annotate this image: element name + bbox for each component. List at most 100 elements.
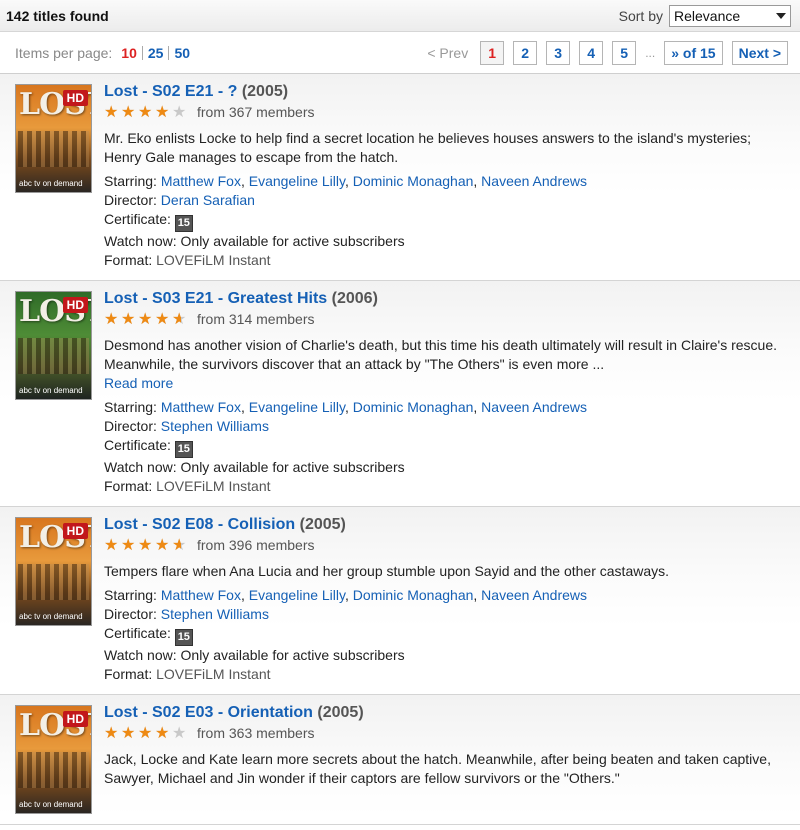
- results-count: 142 titles found: [6, 7, 109, 24]
- rating: ★ ★ ★ ★ ★ ★ ★ ★ ★ ★ from 314 members: [104, 310, 788, 329]
- star-icon: ★★: [138, 536, 153, 554]
- sort-control: Sort by Relevance: [618, 4, 791, 27]
- year: (2005): [317, 704, 364, 721]
- member-count: from 396 members: [197, 537, 315, 553]
- poster-brand: abc tv on demand: [19, 179, 83, 188]
- certificate-row: Certificate: 15: [104, 210, 788, 232]
- format-label: Format:: [104, 666, 153, 682]
- actor-link[interactable]: Matthew Fox: [161, 399, 241, 415]
- title-link[interactable]: Lost - S02 E08 - Collision: [104, 516, 295, 533]
- hd-badge: HD: [62, 711, 88, 727]
- director-label: Director:: [104, 192, 157, 208]
- star-icon: ★★: [172, 724, 187, 742]
- hd-badge: HD: [62, 297, 88, 313]
- last-page-button[interactable]: » of 15: [664, 40, 723, 65]
- rating: ★★★★★★★★★★from 363 members: [104, 724, 788, 743]
- page-4-button[interactable]: 4: [579, 40, 604, 65]
- actor-link[interactable]: Matthew Fox: [161, 587, 241, 603]
- star-rating[interactable]: ★★★★★★★★★★: [104, 103, 189, 121]
- next-page-button[interactable]: Next >: [731, 40, 788, 65]
- starring-label: Starring:: [104, 173, 157, 189]
- year: (2005): [299, 516, 346, 533]
- description-text: Jack, Locke and Kate learn more secrets …: [104, 751, 771, 786]
- description: Tempers flare when Ana Lucia and her gro…: [104, 562, 788, 581]
- result-item: LOSTHDabc tv on demand Lost - S03 E21 - G…: [0, 281, 800, 507]
- director-link[interactable]: Deran Sarafian: [161, 192, 255, 208]
- watch-now-value: Only available for active subscribers: [180, 459, 405, 475]
- director-link[interactable]: Stephen Williams: [161, 418, 269, 434]
- sort-label: Sort by: [618, 7, 663, 24]
- title-line: Lost - S02 E03 - Orientation (2005): [104, 703, 788, 722]
- member-count: from 314 members: [197, 311, 315, 327]
- actor-link[interactable]: Evangeline Lilly: [249, 173, 345, 189]
- description: Jack, Locke and Kate learn more secrets …: [104, 750, 788, 788]
- star-icon: ★★: [172, 103, 187, 121]
- pager: < Prev 1 2 3 4 5 ... » of 15 Next >: [427, 40, 788, 65]
- watch-now-value: Only available for active subscribers: [180, 647, 405, 663]
- director-label: Director:: [104, 418, 157, 434]
- title-link[interactable]: Lost - S02 E21 - ?: [104, 83, 237, 100]
- format-value: LOVEFiLM Instant: [156, 478, 271, 494]
- actor-link[interactable]: Naveen Andrews: [481, 399, 587, 415]
- per-page-50[interactable]: 50: [169, 45, 195, 61]
- format-row: Format: LOVEFiLM Instant: [104, 665, 788, 684]
- actor-link[interactable]: Dominic Monaghan: [353, 399, 474, 415]
- watch-now-value: Only available for active subscribers: [180, 233, 405, 249]
- format-row: Format: LOVEFiLM Instant: [104, 251, 788, 270]
- pagination-bar: Items per page: 10 25 50 < Prev 1 2 3 4 …: [0, 32, 800, 74]
- actor-link[interactable]: Evangeline Lilly: [249, 587, 345, 603]
- title-line: Lost - S02 E08 - Collision (2005): [104, 515, 788, 534]
- poster-brand: abc tv on demand: [19, 612, 83, 621]
- star-rating[interactable]: ★★★★★★★★★★: [104, 724, 189, 742]
- certificate-label: Certificate:: [104, 211, 171, 227]
- sort-select[interactable]: Relevance: [669, 4, 791, 27]
- actor-link[interactable]: Matthew Fox: [161, 173, 241, 189]
- poster-image[interactable]: LOSTHDabc tv on demand: [15, 517, 92, 626]
- page-3-button[interactable]: 3: [546, 40, 571, 65]
- director-row: Director: Deran Sarafian: [104, 191, 788, 210]
- page-5-button[interactable]: 5: [612, 40, 637, 65]
- per-page-10[interactable]: 10: [116, 45, 142, 61]
- actor-link[interactable]: Dominic Monaghan: [353, 173, 474, 189]
- star-icon: ★★: [121, 724, 136, 742]
- poster-cast-art: [18, 752, 89, 788]
- star-icon: ★★: [104, 310, 119, 328]
- result-details: Lost - S02 E08 - Collision (2005) ★ ★ ★ ★ ★ ★ ★…: [104, 515, 788, 684]
- description-text: Mr. Eko enlists Locke to help find a sec…: [104, 130, 752, 165]
- results-header: 142 titles found Sort by Relevance: [0, 0, 800, 32]
- actor-link[interactable]: Evangeline Lilly: [249, 399, 345, 415]
- per-page-25[interactable]: 25: [143, 45, 169, 61]
- watch-now-row: Watch now: Only available for active sub…: [104, 232, 788, 251]
- prev-page-link[interactable]: < Prev: [427, 45, 468, 61]
- items-per-page-label: Items per page:: [15, 44, 113, 61]
- certificate-badge: 15: [174, 629, 193, 646]
- items-per-page: Items per page: 10 25 50: [15, 45, 195, 61]
- actor-link[interactable]: Naveen Andrews: [481, 173, 587, 189]
- title-line: Lost - S03 E21 - Greatest Hits (2006): [104, 289, 788, 308]
- format-value: LOVEFiLM Instant: [156, 666, 271, 682]
- director-link[interactable]: Stephen Williams: [161, 606, 269, 622]
- title-link[interactable]: Lost - S02 E03 - Orientation: [104, 704, 313, 721]
- director-label: Director:: [104, 606, 157, 622]
- star-icon: ★★: [172, 310, 187, 328]
- title-link[interactable]: Lost - S03 E21 - Greatest Hits: [104, 290, 327, 307]
- poster-image[interactable]: LOSTHDabc tv on demand: [15, 291, 92, 400]
- watch-now-row: Watch now: Only available for active sub…: [104, 646, 788, 665]
- poster-image[interactable]: LOSTHDabc tv on demand: [15, 705, 92, 814]
- actor-link[interactable]: Dominic Monaghan: [353, 587, 474, 603]
- star-rating[interactable]: ★★★★★★★★★★: [104, 310, 189, 328]
- star-icon: ★★: [172, 536, 187, 554]
- format-label: Format:: [104, 252, 153, 268]
- page-2-button[interactable]: 2: [513, 40, 538, 65]
- member-count: from 367 members: [197, 104, 315, 120]
- read-more-link[interactable]: Read more: [104, 375, 173, 391]
- poster-cast-art: [18, 338, 89, 374]
- poster-cast-art: [18, 131, 89, 167]
- poster-image[interactable]: LOSTHDabc tv on demand: [15, 84, 92, 193]
- star-rating[interactable]: ★★★★★★★★★★: [104, 536, 189, 554]
- hd-badge: HD: [62, 90, 88, 106]
- director-row: Director: Stephen Williams: [104, 417, 788, 436]
- page-1-button[interactable]: 1: [480, 40, 505, 65]
- actor-link[interactable]: Naveen Andrews: [481, 587, 587, 603]
- certificate-row: Certificate: 15: [104, 436, 788, 458]
